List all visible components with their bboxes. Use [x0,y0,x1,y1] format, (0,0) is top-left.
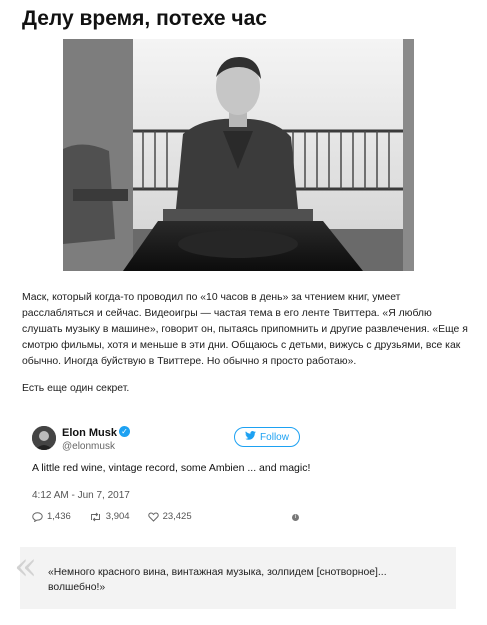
retweet-icon [90,512,100,521]
photo-elon-musk-icon [63,39,414,271]
article-title: Делу время, потехе час [22,7,267,30]
twitter-bird-icon [245,431,256,443]
quote-text: «Немного красного вина, винтажная музыка… [48,567,387,593]
photo-elon-musk [63,39,414,271]
info-icon[interactable]: i [292,514,299,521]
retweet-count: 3,904 [105,511,130,522]
tweet-author-name[interactable]: Elon Musk [62,427,117,439]
embedded-tweet[interactable]: Elon Musk ✓ @elonmusk Follow A little re… [22,413,312,530]
reply-icon [32,511,43,522]
article-after-text: Есть еще один секрет. [22,383,130,394]
follow-label: Follow [260,431,289,443]
follow-button[interactable]: Follow [234,427,300,447]
like-count: 23,425 [162,511,192,522]
tweet-date[interactable]: 4:12 AM - Jun 7, 2017 [32,490,130,501]
tweet-text: A little red wine, vintage record, some … [32,462,311,474]
quote-mark-icon: « [14,544,38,588]
reply-count: 1,436 [47,511,71,522]
reply-action[interactable]: 1,436 [32,511,71,522]
translation-quote: « «Немного красного вина, винтажная музы… [14,547,456,609]
like-action[interactable]: 23,425 [147,511,192,522]
article-paragraph: Маск, который когда-то проводил по «10 ч… [22,292,468,367]
heart-icon [147,512,159,522]
tweet-author-handle[interactable]: @elonmusk [62,441,115,452]
tweet-stats: 1,436 3,904 23,425 [32,511,210,522]
avatar[interactable] [32,426,56,450]
verified-badge-icon: ✓ [119,426,130,437]
retweet-action[interactable]: 3,904 [89,511,130,522]
